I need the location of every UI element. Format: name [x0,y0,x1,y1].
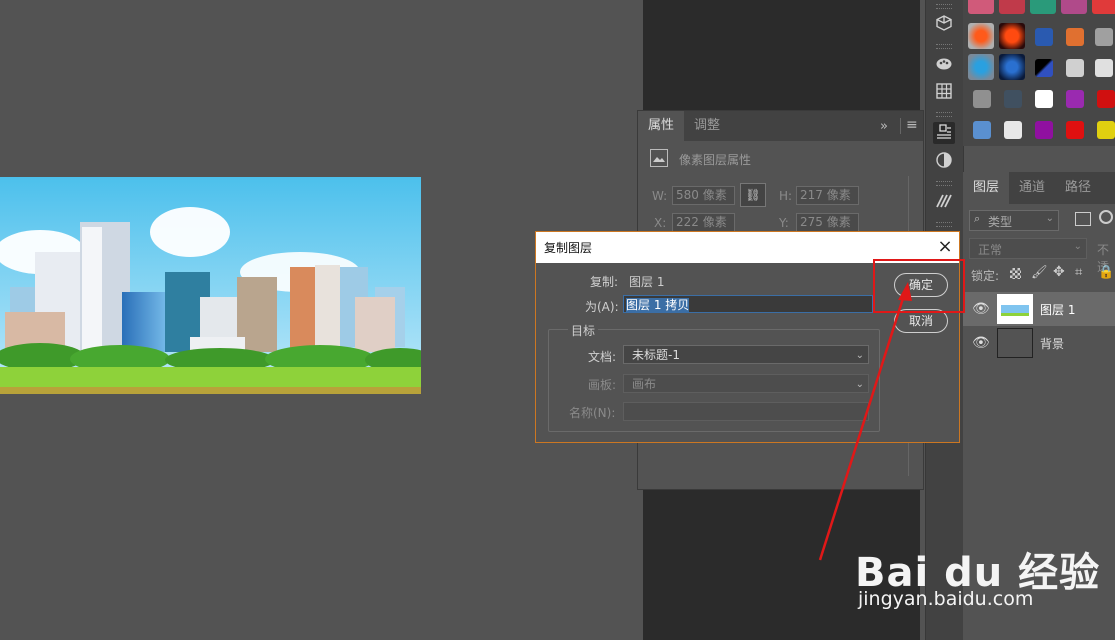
baidu-watermark-url: jingyan.baidu.com [858,588,1034,610]
